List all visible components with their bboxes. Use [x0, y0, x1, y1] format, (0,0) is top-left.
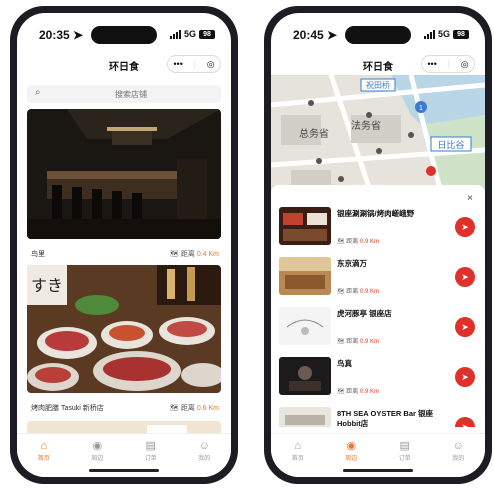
restaurant-name: 鸟真: [337, 359, 352, 368]
status-time: 20:45 ➤: [293, 28, 338, 42]
map-view[interactable]: 祝田桥 1 总务省 法务省 日比谷: [271, 75, 485, 193]
restaurant-thumbnail: [279, 257, 331, 295]
nav-bar: 环日食 ••• | ◎: [17, 53, 231, 75]
search-bar[interactable]: ⌕: [27, 85, 221, 103]
nearby-icon: ◉: [92, 440, 103, 452]
map-canvas[interactable]: 祝田桥 1 总务省 法务省 日比谷: [271, 75, 485, 193]
home-icon: ⌂: [40, 440, 48, 452]
more-icon[interactable]: •••: [173, 59, 182, 69]
list-item[interactable]: 8TH SEA OYSTER Bar 银座Hobbit店 ➤: [279, 403, 477, 427]
restaurant-card[interactable]: すき 烤肉肥膳 Tasuki 新桥店 🗺 距离 0.6 Km: [27, 265, 221, 416]
map-label: 1: [419, 105, 423, 112]
restaurant-thumbnail: [279, 407, 331, 427]
profile-icon: ☺: [452, 440, 464, 452]
navigate-icon: ➤: [461, 322, 469, 332]
distance-text: 🗺 距离 0.6 Km: [170, 405, 219, 412]
battery-icon: 98: [453, 29, 469, 39]
signal-indicator: 5G 98: [423, 29, 469, 39]
dynamic-island: [91, 26, 157, 44]
more-icon[interactable]: •••: [427, 59, 436, 69]
restaurant-thumbnail: [279, 307, 331, 345]
close-target-icon[interactable]: ◎: [207, 59, 215, 70]
distance-text: 🗺 距离 0.4 Km: [170, 251, 219, 258]
nav-bar: 环日食 ••• | ◎: [271, 53, 485, 75]
restaurant-name: 虎河豚亭 银座店: [337, 309, 392, 318]
restaurant-name: 鸟里: [31, 251, 45, 258]
home-screen: 20:35 ➤ 5G 98 环日食 ••• | ◎ ⌕ 搜索店铺 鸟里 🗺 距离…: [17, 13, 231, 477]
map-label: 总务省: [299, 127, 329, 140]
navigate-button[interactable]: ➤: [455, 417, 475, 427]
home-icon: ⌂: [294, 440, 302, 452]
location-pin-icon[interactable]: [426, 166, 436, 176]
order-icon: ▤: [145, 440, 156, 452]
tab-profile[interactable]: ☺ 我的: [432, 434, 486, 477]
restaurant-thumbnail: [279, 357, 331, 395]
navigate-icon: ➤: [461, 422, 469, 427]
distance-text: 🗺 距离 0.9 Km: [337, 339, 379, 345]
search-input[interactable]: [49, 87, 213, 101]
battery-icon: 98: [199, 29, 215, 39]
navigate-icon: ➤: [461, 272, 469, 282]
list-item[interactable]: 银座涮涮锅/烤肉嵯峨野 🗺 距离 0.9 Km ➤: [279, 203, 477, 251]
distance-text: 🗺 距离 0.9 Km: [337, 389, 379, 395]
tab-home[interactable]: ⌂ 首页: [271, 434, 325, 477]
status-time: 20:35 ➤: [39, 28, 84, 42]
dynamic-island: [345, 26, 411, 44]
profile-icon: ☺: [198, 440, 210, 452]
list-item[interactable]: 虎河豚亭 银座店 🗺 距离 0.9 Km ➤: [279, 303, 477, 351]
restaurant-photo: [27, 109, 221, 239]
signal-indicator: 5G 98: [169, 29, 215, 39]
restaurant-name: 银座涮涮锅/烤肉嵯峨野: [337, 209, 415, 218]
order-icon: ▤: [399, 440, 410, 452]
restaurant-thumbnail: [279, 207, 331, 245]
navigate-button[interactable]: ➤: [455, 267, 475, 287]
restaurant-card[interactable]: 鸟里 🗺 距离 0.4 Km: [27, 109, 221, 262]
navigate-button[interactable]: ➤: [455, 217, 475, 237]
map-label: 祝田桥: [366, 80, 390, 90]
mini-program-capsule[interactable]: ••• | ◎: [421, 55, 475, 73]
restaurant-photo: すき: [27, 265, 221, 393]
svg-text:すき: すき: [31, 276, 63, 295]
restaurant-name: 东京滴万: [337, 259, 367, 268]
home-indicator: [89, 469, 159, 472]
search-icon: ⌕: [35, 87, 41, 98]
close-target-icon[interactable]: ◎: [461, 59, 469, 70]
nearby-screen: 20:45 ➤ 5G 98 环日食 ••• | ◎ 祝田桥 1 总务省 法务省: [271, 13, 485, 477]
list-item[interactable]: 东京滴万 🗺 距离 0.9 Km ➤: [279, 253, 477, 301]
navigate-button[interactable]: ➤: [455, 367, 475, 387]
restaurant-name: 烤肉肥膳 Tasuki 新桥店: [31, 405, 104, 412]
tab-home[interactable]: ⌂ 首页: [17, 434, 71, 477]
nearby-list-sheet: × 银座涮涮锅/烤肉嵯峨野 🗺 距离 0.9 Km ➤ 东京滴万 🗺 距离 0.…: [271, 185, 485, 433]
restaurant-name: 8TH SEA OYSTER Bar 银座Hobbit店: [337, 409, 433, 427]
phone-home: 20:35 ➤ 5G 98 环日食 ••• | ◎ ⌕ 搜索店铺 鸟里 🗺 距离…: [10, 6, 238, 484]
distance-text: 🗺 距离 0.9 Km: [337, 289, 379, 295]
nearby-icon: ◉: [346, 440, 357, 452]
phone-nearby: 20:45 ➤ 5G 98 环日食 ••• | ◎ 祝田桥 1 总务省 法务省: [264, 6, 492, 484]
navigate-icon: ➤: [461, 372, 469, 382]
app-showcase: 20:35 ➤ 5G 98 环日食 ••• | ◎ ⌕ 搜索店铺 鸟里 🗺 距离…: [0, 0, 494, 490]
map-label: 日比谷: [437, 139, 464, 150]
navigate-icon: ➤: [461, 222, 469, 232]
mini-program-capsule[interactable]: ••• | ◎: [167, 55, 221, 73]
list-item[interactable]: 鸟真 🗺 距离 0.9 Km ➤: [279, 353, 477, 401]
home-indicator: [343, 469, 413, 472]
distance-text: 🗺 距离 0.9 Km: [337, 239, 379, 245]
map-label: 法务省: [351, 119, 381, 132]
navigate-button[interactable]: ➤: [455, 317, 475, 337]
tab-profile[interactable]: ☺ 我的: [178, 434, 232, 477]
